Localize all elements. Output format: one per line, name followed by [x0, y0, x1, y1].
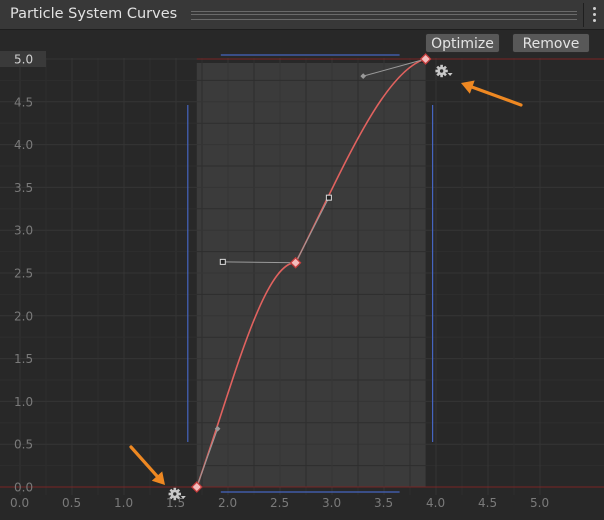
y-tick-label: 4.5: [14, 95, 33, 109]
x-tick-label: 2.5: [270, 496, 289, 510]
x-tick-label: 0.5: [62, 496, 81, 510]
y-tick-label: 4.0: [14, 138, 33, 152]
x-tick-label: 5.0: [530, 496, 549, 510]
optimize-button[interactable]: Optimize: [425, 33, 500, 53]
x-tick-label: 0.0: [10, 496, 29, 510]
selection-highlight: [196, 63, 426, 487]
y-tick-label: 2.5: [14, 267, 33, 281]
y-tick-label: 0.5: [14, 438, 33, 452]
y-tick-label: 2.0: [14, 309, 33, 323]
tangent-handle-in[interactable]: [219, 258, 226, 265]
tangent-handle-out[interactable]: [325, 194, 332, 201]
y-tick-label: 3.0: [14, 224, 33, 238]
y-tick-label: 3.5: [14, 181, 33, 195]
x-tick-label: 2.0: [218, 496, 237, 510]
x-tick-label: 4.0: [426, 496, 445, 510]
y-tick-label: 1.5: [14, 352, 33, 366]
y-tick-label: 0.0: [14, 481, 33, 495]
x-tick-label: 3.0: [322, 496, 341, 510]
drag-grip[interactable]: [191, 11, 577, 20]
y-tick-label: 1.0: [14, 395, 33, 409]
x-tick-label: 4.5: [478, 496, 497, 510]
window-title: Particle System Curves: [10, 6, 178, 22]
y-tick-label: 5.0: [14, 53, 33, 67]
title-bar: Particle System Curves: [0, 0, 604, 30]
curve-editor[interactable]: 0.0 0.5 1.0 1.5 2.0 2.5 3.0 3.5 4.0 4.5 5.0 0.0 0.5 1…: [0, 30, 604, 520]
particle-system-curves-window: Particle System Curves 0.0 0.5 1.0 1.5 2.0 2.…: [0, 0, 604, 520]
x-tick-label: 1.0: [114, 496, 133, 510]
more-vertical-icon[interactable]: [583, 3, 602, 27]
remove-button[interactable]: Remove: [512, 33, 590, 53]
curve-editor-canvas[interactable]: 0.0 0.5 1.0 1.5 2.0 2.5 3.0 3.5 4.0 4.5 5.0 0.0 0.5 1…: [0, 30, 604, 520]
x-tick-label: 3.5: [374, 496, 393, 510]
